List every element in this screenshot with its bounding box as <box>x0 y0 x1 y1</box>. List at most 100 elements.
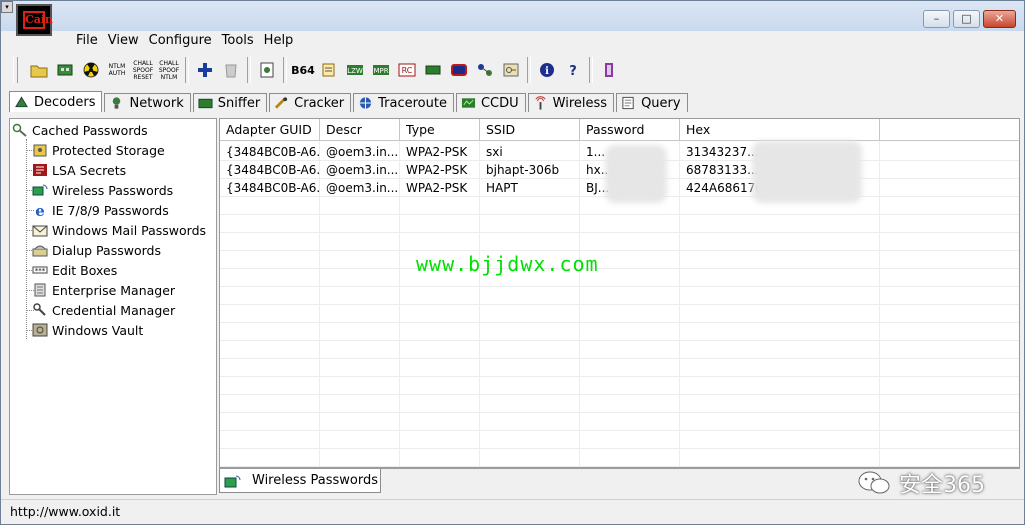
safe-icon <box>33 144 47 157</box>
menu-bar: File View Configure Tools Help <box>56 31 303 51</box>
bottom-tab-label: Wireless Passwords <box>252 473 379 488</box>
tab-cracker[interactable]: Cracker <box>269 93 352 112</box>
tree-item-dialup-passwords[interactable]: Dialup Passwords <box>32 241 161 259</box>
key-button[interactable] <box>498 57 524 83</box>
tree-item-edit-boxes[interactable]: *** Edit Boxes <box>32 261 117 279</box>
grid-column-line <box>399 141 400 467</box>
menu-file[interactable]: File <box>56 31 108 51</box>
grid-line <box>220 394 1019 395</box>
password-box-icon: *** <box>32 266 48 275</box>
mpr-button[interactable]: MPR <box>368 57 394 83</box>
ie-icon: e <box>35 202 45 218</box>
watermark-text: www.bjjdwx.com <box>416 252 599 276</box>
tab-sniffer[interactable]: Sniffer <box>192 93 268 112</box>
rc-button[interactable]: RC <box>394 57 420 83</box>
exit-button[interactable] <box>596 57 622 83</box>
grid-column-line <box>479 141 480 467</box>
open-folder-button[interactable] <box>26 57 52 83</box>
tree-label: Dialup Passwords <box>52 242 161 258</box>
tab-network[interactable]: Network <box>104 93 191 112</box>
tree-item-ie-passwords[interactable]: e IE 7/8/9 Passwords <box>32 201 168 219</box>
sniffer-icon <box>198 98 213 109</box>
column-header-password[interactable]: Password <box>580 119 680 141</box>
wireless-icon <box>535 96 546 110</box>
close-button[interactable]: ✕ <box>983 10 1016 28</box>
decoders-tree-pane[interactable]: Cached Passwords Protected Storage LSA S… <box>9 118 217 495</box>
folder-icon <box>30 65 48 78</box>
main-tab-bar: Decoders Network Sniffer Cracker Tracero… <box>9 91 690 113</box>
column-header-type[interactable]: Type <box>400 119 480 141</box>
lzw-icon: LZW <box>347 65 363 75</box>
add-button[interactable] <box>192 57 218 83</box>
tab-query[interactable]: Query <box>616 93 688 112</box>
app-window: ▾ Cain – □ ✕ File View Configure Tools H… <box>0 0 1025 525</box>
test-password-button[interactable] <box>254 57 280 83</box>
bottom-tab-wireless-passwords[interactable]: Wireless Passwords <box>219 469 381 493</box>
column-header-ssid[interactable]: SSID <box>480 119 580 141</box>
tab-ccdu[interactable]: CCDU <box>455 93 526 112</box>
grid-line <box>220 358 1019 359</box>
column-header-hex[interactable]: Hex <box>680 119 880 141</box>
chall-spoof-reset-button[interactable]: CHALL SPOOF RESET <box>130 57 156 83</box>
tree-item-windows-mail-passwords[interactable]: Windows Mail Passwords <box>32 221 206 239</box>
tree-root-cached-passwords[interactable]: Cached Passwords <box>12 121 148 139</box>
menu-configure[interactable]: Configure <box>149 31 222 51</box>
lzw-button[interactable]: LZW <box>342 57 368 83</box>
hash-calculator-button[interactable] <box>316 57 342 83</box>
maximize-button[interactable]: □ <box>953 10 980 28</box>
start-sniffer-button[interactable] <box>52 57 78 83</box>
tree-item-lsa-secrets[interactable]: LSA Secrets <box>32 161 126 179</box>
remove-button[interactable] <box>218 57 244 83</box>
help-button[interactable]: ? <box>560 57 586 83</box>
grid-line <box>220 412 1019 413</box>
tab-label: Query <box>641 95 681 111</box>
tree-label: Windows Vault <box>52 322 144 338</box>
start-apr-button[interactable] <box>78 57 104 83</box>
tree-item-enterprise-manager[interactable]: Enterprise Manager <box>32 281 175 299</box>
tree-label: Protected Storage <box>52 142 165 158</box>
chall-spoof-ntlm-button[interactable]: CHALL SPOOF NTLM <box>156 57 182 83</box>
radiation-icon <box>83 62 99 78</box>
network-card-icon <box>57 64 73 76</box>
toolbar-separator <box>589 57 593 83</box>
column-header-adapter-guid[interactable]: Adapter GUID <box>220 119 320 141</box>
toolbar-grip[interactable] <box>13 57 18 83</box>
tree-item-credential-manager[interactable]: Credential Manager <box>32 301 175 319</box>
tab-traceroute[interactable]: Traceroute <box>353 93 454 112</box>
column-header-descr[interactable]: Descr <box>320 119 400 141</box>
grid-column-line <box>319 141 320 467</box>
svg-text:LZW: LZW <box>347 67 363 75</box>
tab-wireless[interactable]: Wireless <box>527 93 615 112</box>
status-url: http://www.oxid.it <box>10 504 121 519</box>
status-bar: http://www.oxid.it <box>1 499 1024 524</box>
svg-text:MPR: MPR <box>373 67 388 75</box>
cell-type: WPA2-PSK <box>400 179 480 197</box>
chip-button[interactable] <box>420 57 446 83</box>
tree-item-windows-vault[interactable]: Windows Vault <box>32 321 143 339</box>
route-button[interactable] <box>472 57 498 83</box>
cain-logo-icon[interactable]: Cain <box>16 4 53 36</box>
menu-help[interactable]: Help <box>264 31 304 51</box>
tree-item-wireless-passwords[interactable]: Wireless Passwords <box>32 181 173 199</box>
terminal-button[interactable] <box>446 57 472 83</box>
menu-tools[interactable]: Tools <box>222 31 264 51</box>
tab-label: Cracker <box>294 95 345 111</box>
chall-spoof-reset-label: CHALL SPOOF RESET <box>132 59 154 81</box>
menu-view[interactable]: View <box>108 31 149 51</box>
results-list-view[interactable]: Adapter GUID Descr Type SSID Password He… <box>219 118 1020 468</box>
about-button[interactable]: i <box>534 57 560 83</box>
grid-column-line <box>679 141 680 467</box>
tree-label: Wireless Passwords <box>52 182 174 198</box>
system-menu-icon[interactable]: ▾ <box>1 1 13 13</box>
tab-decoders[interactable]: Decoders <box>9 91 103 112</box>
cell-ssid: HAPT <box>480 179 580 197</box>
minimize-button[interactable]: – <box>923 10 950 28</box>
cell-type: WPA2-PSK <box>400 161 480 179</box>
tree-item-protected-storage[interactable]: Protected Storage <box>32 141 165 159</box>
cell-adapter-guid: {3484BC0B-A6... <box>220 179 320 197</box>
question-icon: ? <box>569 64 577 78</box>
base64-button[interactable]: B64 <box>290 57 316 83</box>
tree-label: Cached Passwords <box>32 122 148 138</box>
grid-line <box>220 232 1019 233</box>
ntlm-auth-button[interactable]: NTLM AUTH <box>104 57 130 83</box>
